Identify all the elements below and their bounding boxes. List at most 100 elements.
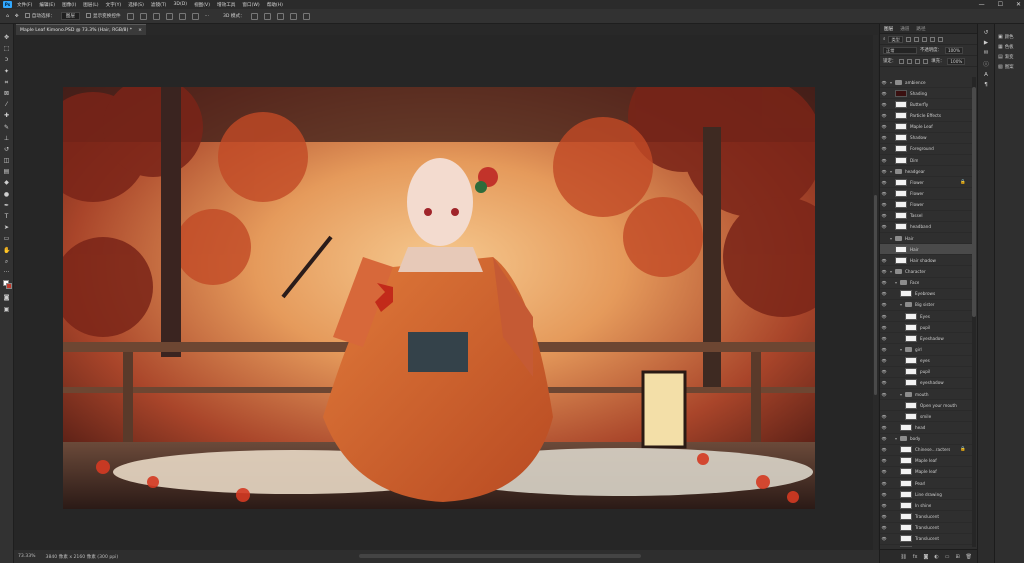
canvas-artwork[interactable] <box>63 87 815 509</box>
clone-stamp-tool-icon[interactable]: ⊥ <box>3 135 10 142</box>
paragraph-icon[interactable]: ¶ <box>984 82 988 88</box>
slide-3d-icon[interactable] <box>289 12 297 20</box>
visibility-eye-icon[interactable]: 👁 <box>880 447 888 452</box>
more-options-icon[interactable]: ··· <box>205 14 209 19</box>
comments-icon[interactable]: ✉ <box>984 50 989 56</box>
swatches-panel-tab[interactable]: ▦ 色板 <box>995 42 1024 52</box>
visibility-eye-icon[interactable]: 👁 <box>880 280 888 285</box>
pan-3d-icon[interactable] <box>276 12 284 20</box>
layer-row[interactable]: 👁 Tassel <box>880 211 972 222</box>
visibility-eye-icon[interactable]: 👁 <box>880 392 888 397</box>
layer-row[interactable]: 👁 Translucent <box>880 523 972 534</box>
visibility-eye-icon[interactable]: 👁 <box>880 469 888 474</box>
layer-row[interactable]: 👁 head <box>880 422 972 434</box>
scale-3d-icon[interactable] <box>302 12 310 20</box>
visibility-eye-icon[interactable]: 👁 <box>880 224 888 229</box>
type-tool-icon[interactable]: T <box>3 213 10 220</box>
layer-row[interactable]: 👁 Flower 🔒 <box>880 177 972 189</box>
zoom-level[interactable]: 73.33% <box>18 554 36 559</box>
opacity-field[interactable]: 100% <box>944 46 963 54</box>
close-window-button[interactable]: ✕ <box>1016 1 1021 8</box>
path-selection-tool-icon[interactable]: ➤ <box>3 224 10 231</box>
layer-style-icon[interactable]: fx <box>913 554 918 560</box>
menu-help[interactable]: 帮助(H) <box>267 2 283 8</box>
menu-window[interactable]: 窗口(W) <box>242 2 259 8</box>
layer-filter-select[interactable]: 类型 <box>888 35 903 43</box>
layer-row[interactable]: Open your mouth <box>880 400 972 412</box>
layer-row[interactable]: 👁 Flower <box>880 200 972 211</box>
layer-row[interactable]: 👁 Shading <box>880 88 972 100</box>
screen-mode-icon[interactable]: ▣ <box>3 306 10 313</box>
quick-mask-icon[interactable]: ◙ <box>3 294 10 301</box>
visibility-eye-icon[interactable]: 👁 <box>880 481 888 486</box>
healing-brush-tool-icon[interactable]: ✚ <box>3 112 10 119</box>
close-document-icon[interactable]: × <box>138 28 142 33</box>
layer-row[interactable]: 👁 In shine <box>880 500 972 512</box>
layer-row[interactable]: 👁 Maple Leaf <box>880 122 972 133</box>
patterns-panel-tab[interactable]: ▧ 图案 <box>995 62 1024 72</box>
history-icon[interactable]: ↺ <box>984 30 989 36</box>
visibility-eye-icon[interactable]: 👁 <box>880 202 888 207</box>
layer-row[interactable]: Hair <box>880 244 972 256</box>
visibility-eye-icon[interactable]: 👁 <box>880 124 888 129</box>
menu-plugins[interactable]: 增效工具 <box>217 2 235 8</box>
layer-row[interactable]: 👁 Eyes <box>880 311 972 323</box>
visibility-eye-icon[interactable]: 👁 <box>880 458 888 463</box>
visibility-eye-icon[interactable]: 👁 <box>880 269 888 274</box>
eyedropper-tool-icon[interactable]: ⁄ <box>3 101 10 108</box>
roll-3d-icon[interactable] <box>263 12 271 20</box>
layer-row[interactable]: 👁 Butterfly <box>880 99 972 111</box>
layer-group-row[interactable]: 👁 ▾ girl <box>880 344 972 356</box>
menu-image[interactable]: 图像(I) <box>62 2 76 8</box>
layer-group-row[interactable]: 👁 ▾ ambience <box>880 77 972 89</box>
visibility-eye-icon[interactable]: 👁 <box>880 291 888 296</box>
brush-tool-icon[interactable]: ✎ <box>3 124 10 131</box>
lock-position-icon[interactable] <box>915 58 921 64</box>
blur-tool-icon[interactable]: ◆ <box>3 179 10 186</box>
delete-layer-icon[interactable]: 🗑 <box>966 554 972 560</box>
adjustment-layer-icon[interactable]: ◐ <box>934 554 938 560</box>
new-group-icon[interactable]: ▭ <box>945 554 950 560</box>
visibility-eye-icon[interactable]: 👁 <box>880 380 888 385</box>
fill-field[interactable]: 100% <box>947 57 966 65</box>
gradient-tool-icon[interactable]: ▤ <box>3 168 10 175</box>
hand-tool-icon[interactable]: ✋ <box>3 247 10 254</box>
magic-wand-tool-icon[interactable]: ✦ <box>3 68 10 75</box>
home-icon[interactable]: ⌂ <box>6 14 9 19</box>
more-tools-icon[interactable]: ··· <box>3 269 10 276</box>
tab-layers[interactable]: 图层 <box>884 26 893 32</box>
layer-row[interactable]: 👁 eyes <box>880 356 972 367</box>
visibility-eye-icon[interactable]: 👁 <box>880 258 888 263</box>
layer-row[interactable]: 👁 eyeshadow <box>880 378 972 389</box>
menu-select[interactable]: 选择(S) <box>128 2 144 8</box>
visibility-eye-icon[interactable]: 👁 <box>880 302 888 307</box>
document-tab[interactable]: Maple Leaf Kimono.PSD @ 73.3% (Hair, RGB… <box>16 24 146 35</box>
lock-pixels-icon[interactable] <box>899 58 905 64</box>
menu-filter[interactable]: 滤镜(T) <box>151 2 167 8</box>
move-tool-icon[interactable]: ✥ <box>3 34 10 41</box>
align-right-icon[interactable] <box>152 12 160 20</box>
history-brush-tool-icon[interactable]: ↺ <box>3 146 10 153</box>
visibility-eye-icon[interactable]: 👁 <box>880 425 888 430</box>
zoom-tool-icon[interactable]: ⌕ <box>3 258 10 265</box>
menu-layer[interactable]: 图层(L) <box>83 2 98 8</box>
add-mask-icon[interactable]: ◙ <box>923 554 928 560</box>
layer-group-row[interactable]: 👁 ▾ body <box>880 434 972 445</box>
menu-edit[interactable]: 编辑(E) <box>39 2 55 8</box>
layer-row[interactable]: 👁 Pearl <box>880 478 972 490</box>
visibility-eye-icon[interactable]: 👁 <box>880 158 888 163</box>
canvas-vertical-scrollbar[interactable] <box>873 35 878 550</box>
visibility-eye-icon[interactable]: 👁 <box>880 514 888 519</box>
document-info[interactable]: 3840 像素 x 2160 像素 (300 ppi) <box>46 554 119 560</box>
visibility-eye-icon[interactable]: 👁 <box>880 536 888 541</box>
layer-row[interactable]: 👁 headband <box>880 222 972 233</box>
orbit-3d-icon[interactable] <box>250 12 258 20</box>
character-icon[interactable]: A <box>984 72 988 78</box>
layers-scrollbar[interactable] <box>972 77 976 547</box>
visibility-eye-icon[interactable]: 👁 <box>880 314 888 319</box>
visibility-eye-icon[interactable]: 👁 <box>880 358 888 363</box>
visibility-eye-icon[interactable]: 👁 <box>880 492 888 497</box>
layer-row[interactable]: 👁 smile <box>880 411 972 423</box>
menu-type[interactable]: 文字(Y) <box>106 2 122 8</box>
layer-mode-select[interactable]: 图层 <box>60 12 80 20</box>
